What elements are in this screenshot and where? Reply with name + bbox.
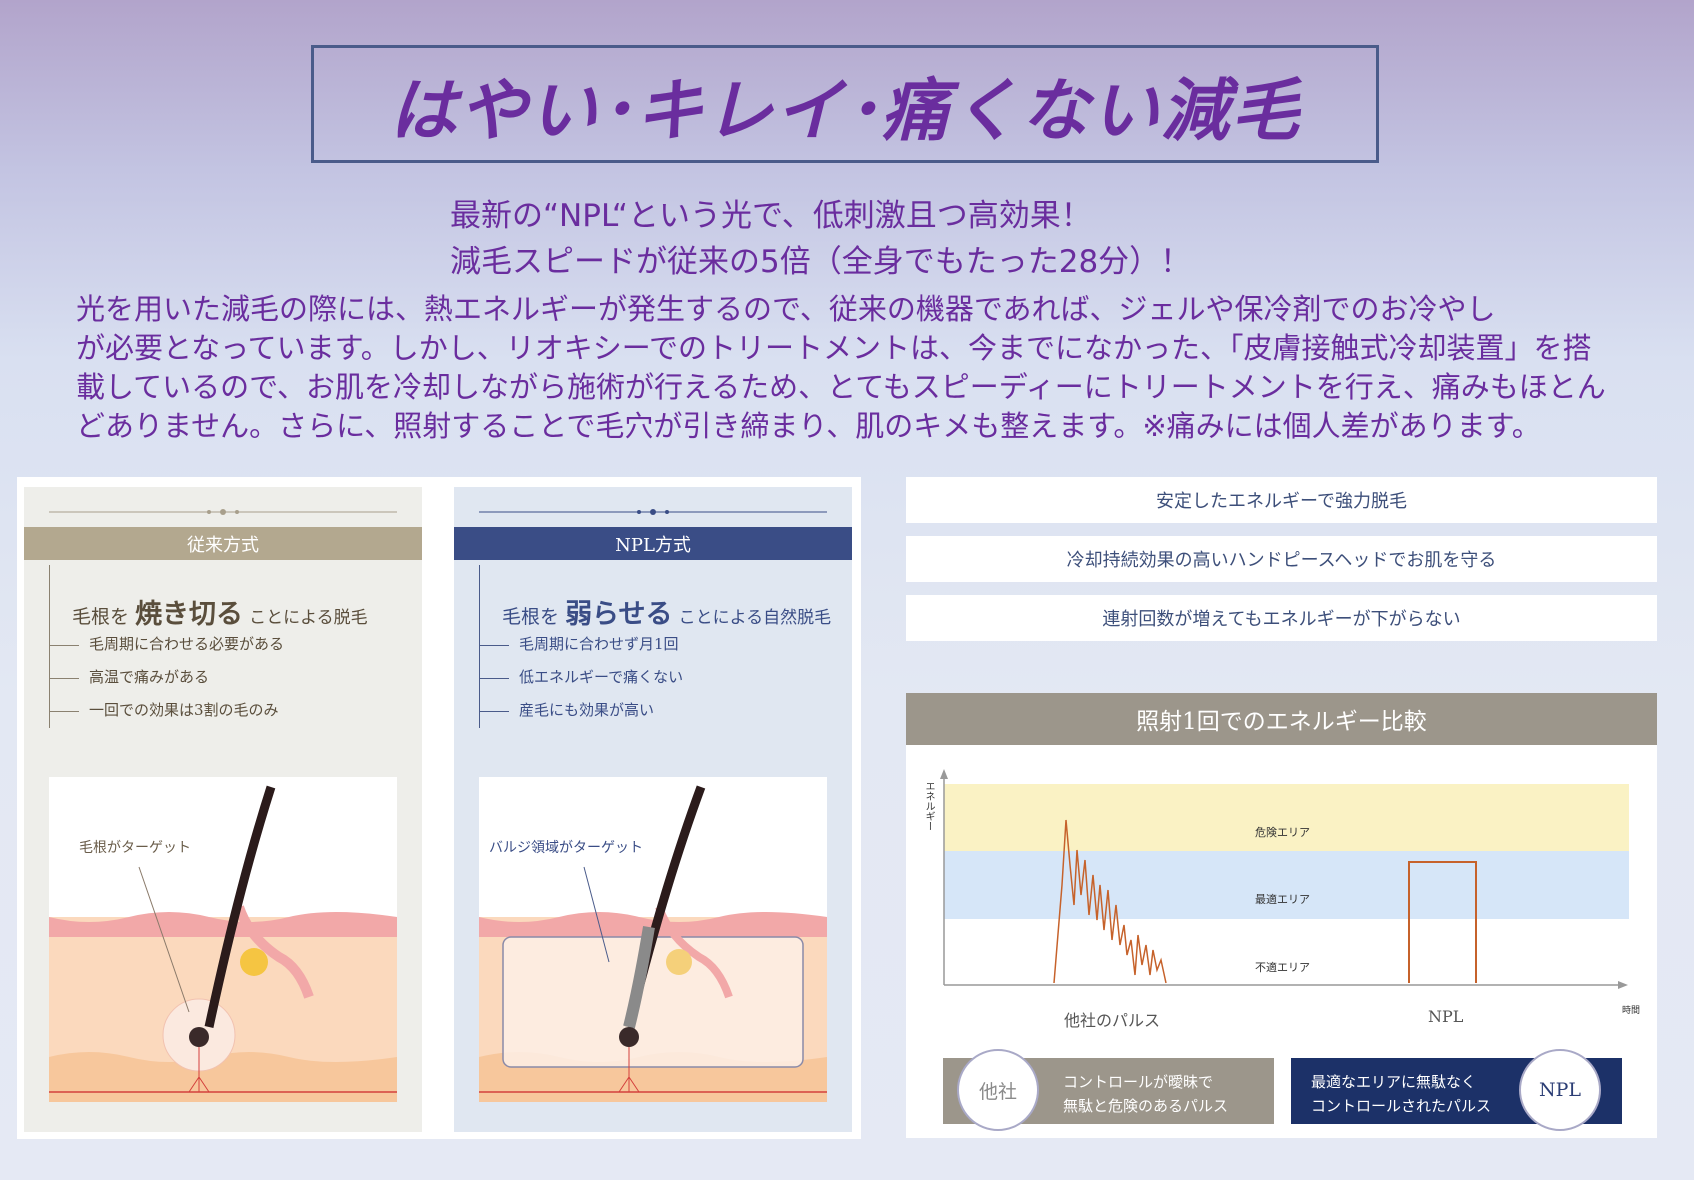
npl-item: 産毛にも効果が高い <box>479 699 654 720</box>
headline-post: ことによる自然脱毛 <box>678 608 832 628</box>
npl-headline: 毛根を 弱らせる ことによる自然脱毛 <box>502 592 831 631</box>
caption-line: コントロールが曖昧で <box>1063 1073 1214 1091</box>
x-label-other: 他社のパルス <box>1064 1011 1161 1030</box>
time-label: 時間 <box>1622 1006 1641 1016</box>
npl-caption-text: 最適なエリアに無駄なく コントロールされたパルス <box>1311 1070 1491 1118</box>
hair-root-illustration: 毛根がターゲット <box>49 777 397 1102</box>
caption-line: 無駄と危険のあるパルス <box>1063 1097 1229 1115</box>
y-axis-label: エネルギー <box>923 781 934 831</box>
caption-line: コントロールされたパルス <box>1311 1097 1492 1115</box>
method-comparison-panel: 従来方式 毛根を 焼き切る ことによる脱毛 毛周期に合わせる必要がある 高温で痛… <box>17 477 861 1139</box>
npl-item: 毛周期に合わせず月1回 <box>479 633 679 654</box>
conventional-method-column: 従来方式 毛根を 焼き切る ことによる脱毛 毛周期に合わせる必要がある 高温で痛… <box>24 487 422 1132</box>
bulge-illustration: バルジ領域がターゲット <box>479 777 827 1102</box>
feature-box: 冷却持続効果の高いハンドピースヘッドでお肌を守る <box>906 536 1657 582</box>
conventional-item: 高温で痛みがある <box>49 666 209 687</box>
conventional-header: 従来方式 <box>24 527 422 560</box>
intro-line: 光を用いた減毛の際には、熱エネルギーが発生するので、従来の機器であれば、ジェルや… <box>76 292 1496 326</box>
other-caption-text: コントロールが曖昧で 無駄と危険のあるパルス <box>1063 1070 1228 1118</box>
zone-label-optimal: 最適エリア <box>1255 893 1310 906</box>
feature-box: 連射回数が増えてもエネルギーが下がらない <box>906 595 1657 641</box>
illustration-label: 毛根がターゲット <box>79 840 191 856</box>
zone-label-danger: 危険エリア <box>1255 826 1310 839</box>
npl-item: 低エネルギーで痛くない <box>479 666 683 687</box>
headline-emphasis: 弱らせる <box>565 599 673 630</box>
intro-line: が必要となっています。しかし、リオキシーでのトリートメントは、今までになかった、… <box>76 331 1592 365</box>
headline-post: ことによる脱毛 <box>249 608 368 628</box>
subtitle-line-1: 最新の“NPL“という光で、低刺激且つ高効果！ <box>450 198 1092 234</box>
headline-emphasis: 焼き切る <box>135 599 244 630</box>
energy-comparison-panel: 照射1回でのエネルギー比較 エネルギー 危険エリア 最適エリア 不適エリア 他社… <box>906 693 1657 1138</box>
subtitle-line-2: 減毛スピードが従来の5倍（全身でもたった28分）！ <box>450 244 1192 280</box>
energy-title: 照射1回でのエネルギー比較 <box>906 693 1657 745</box>
headline-pre: 毛根を <box>72 606 130 628</box>
intro-paragraph: 光を用いた減毛の際には、熱エネルギーが発生するので、従来の機器であれば、ジェルや… <box>76 290 1636 446</box>
ornament-divider <box>49 509 397 515</box>
npl-method-column: NPL方式 毛根を 弱らせる ことによる自然脱毛 毛周期に合わせず月1回 低エネ… <box>454 487 852 1132</box>
ornament-divider <box>479 509 827 515</box>
title-frame: はやい･キレイ･痛くない減毛 <box>311 45 1379 163</box>
npl-circle: NPL <box>1519 1049 1601 1131</box>
npl-header: NPL方式 <box>454 527 852 560</box>
other-pulse-caption: 他社 コントロールが曖昧で 無駄と危険のあるパルス <box>943 1049 1274 1131</box>
danger-zone <box>944 784 1629 851</box>
zone-label-unsuitable: 不適エリア <box>1255 961 1310 974</box>
optimal-zone <box>944 851 1629 919</box>
headline-pre: 毛根を <box>502 606 560 628</box>
x-label-npl: NPL <box>1428 1007 1464 1026</box>
other-circle: 他社 <box>957 1049 1039 1131</box>
illustration-label: バルジ領域がターゲット <box>489 840 643 856</box>
intro-line: 載しているので、お肌を冷却しながら施術が行えるため、とてもスピーディーにトリート… <box>76 370 1606 404</box>
feature-box: 安定したエネルギーで強力脱毛 <box>906 477 1657 523</box>
intro-line: どありません。さらに、照射することで毛穴が引き締まり、肌のキメも整えます。※痛み… <box>76 409 1541 443</box>
conventional-item: 毛周期に合わせる必要がある <box>49 633 284 654</box>
caption-line: 最適なエリアに無駄なく <box>1311 1073 1477 1091</box>
page-title: はやい･キレイ･痛くない減毛 <box>388 71 1301 151</box>
npl-pulse-caption: 最適なエリアに無駄なく コントロールされたパルス NPL <box>1291 1049 1622 1131</box>
conventional-item: 一回での効果は3割の毛のみ <box>49 699 279 720</box>
conventional-headline: 毛根を 焼き切る ことによる脱毛 <box>72 592 368 631</box>
